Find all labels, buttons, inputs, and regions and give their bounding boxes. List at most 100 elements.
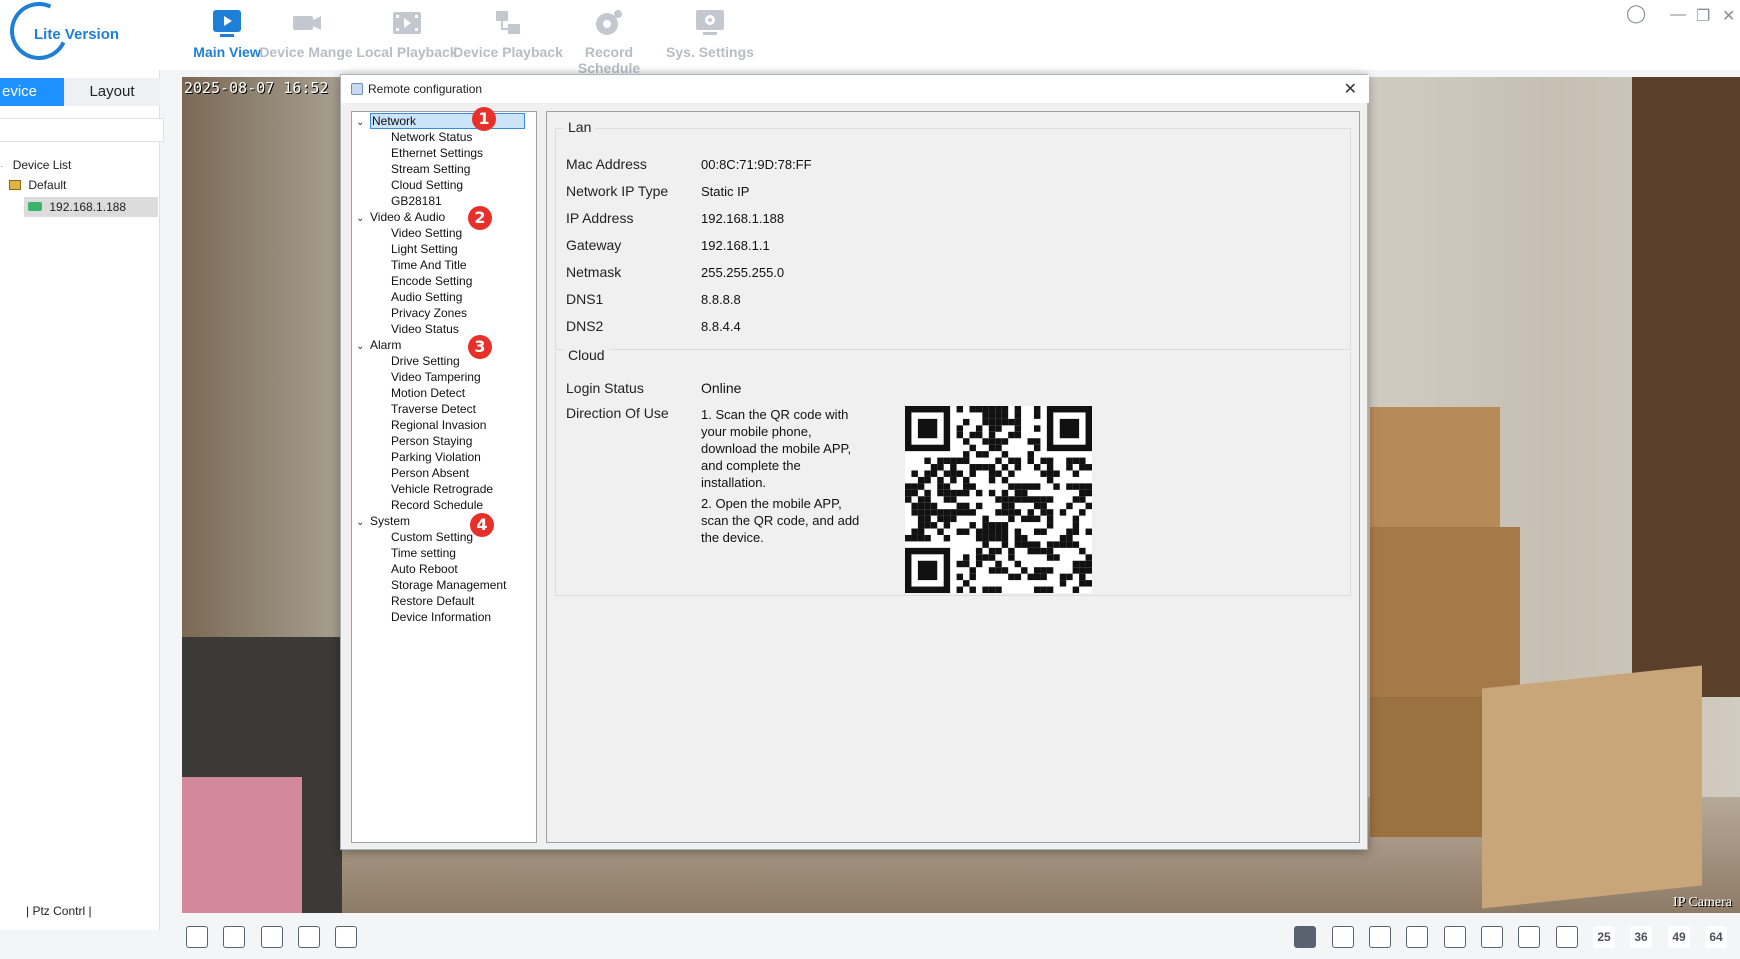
tree-item-time-setting[interactable]: Time setting xyxy=(391,546,456,560)
tree-item-auto-reboot[interactable]: Auto Reboot xyxy=(391,562,458,576)
tree-dot-icon: · xyxy=(0,161,4,172)
tree-item-vehicle-retrograde[interactable]: Vehicle Retrograde xyxy=(391,482,493,496)
tree-item-stream-setting[interactable]: Stream Setting xyxy=(391,162,470,176)
minimize-icon[interactable]: — xyxy=(1670,6,1686,24)
dialog-app-icon xyxy=(351,83,363,95)
tree-group-system-label: System xyxy=(370,514,411,528)
step-badge-1: 1 xyxy=(472,107,496,131)
nav-device-mange[interactable]: Device Mange xyxy=(250,6,362,66)
layout-9-icon[interactable] xyxy=(1444,926,1466,948)
stop-icon[interactable] xyxy=(261,926,283,948)
tab-device[interactable]: evice xyxy=(0,78,64,106)
tree-item-network-status[interactable]: Network Status xyxy=(391,130,472,144)
tree-group-default[interactable]: Default xyxy=(9,178,66,192)
app-logo: Lite Version xyxy=(1,0,130,69)
chevron-down-icon[interactable]: ⌄ xyxy=(356,341,370,352)
tree-item-traverse-detect[interactable]: Traverse Detect xyxy=(391,402,476,416)
tree-item-restore-default[interactable]: Restore Default xyxy=(391,594,474,608)
layout-4-icon[interactable] xyxy=(1332,926,1354,948)
tree-item-gb28181[interactable]: GB28181 xyxy=(391,194,442,208)
tree-device-list[interactable]: · Device List xyxy=(0,158,71,172)
chevron-down-icon[interactable]: ⌄ xyxy=(356,213,370,224)
tree-item-custom-setting[interactable]: Custom Setting xyxy=(391,530,473,544)
dns1-label: DNS1 xyxy=(566,291,604,307)
tree-device-item[interactable]: 192.168.1.188 xyxy=(24,197,158,217)
fullscreen-exit-icon[interactable] xyxy=(223,926,245,948)
layout-13-icon[interactable] xyxy=(1518,926,1540,948)
tree-item-ethernet-settings[interactable]: Ethernet Settings xyxy=(391,146,483,160)
tab-layout[interactable]: Layout xyxy=(64,78,160,106)
direction-of-use-label: Direction Of Use xyxy=(566,405,669,421)
tree-item-audio-setting[interactable]: Audio Setting xyxy=(391,290,462,304)
layout-8-icon[interactable] xyxy=(1406,926,1428,948)
layout-64-button[interactable]: 64 xyxy=(1705,926,1727,948)
tree-group-alarm[interactable]: ⌄ Alarm xyxy=(356,338,401,352)
tree-device-label: 192.168.1.188 xyxy=(49,200,127,214)
tree-item-regional-invasion[interactable]: Regional Invasion xyxy=(391,418,486,432)
gateway-label: Gateway xyxy=(566,237,622,253)
video-scene-door xyxy=(1632,77,1740,697)
tree-item-encode-setting[interactable]: Encode Setting xyxy=(391,274,472,288)
nav-device-playback[interactable]: Device Playback xyxy=(452,6,564,66)
logo-text: Lite Version xyxy=(34,26,120,43)
tree-item-device-information[interactable]: Device Information xyxy=(391,610,491,624)
tree-item-drive-setting[interactable]: Drive Setting xyxy=(391,354,460,368)
tree-item-record-schedule[interactable]: Record Schedule xyxy=(391,498,483,512)
layout-10-icon[interactable] xyxy=(1481,926,1503,948)
save-icon[interactable] xyxy=(335,926,357,948)
ptz-control-toggle[interactable]: | Ptz Contrl | xyxy=(26,904,92,918)
dialog-title: Remote configuration xyxy=(368,82,483,96)
layout-16-icon[interactable] xyxy=(1556,926,1578,948)
dns1-value: 8.8.8.8 xyxy=(701,292,741,307)
netmask-label: Netmask xyxy=(566,264,622,280)
restore-icon[interactable]: ❐ xyxy=(1696,6,1710,26)
network-playback-icon xyxy=(496,11,520,34)
nav-sys-settings[interactable]: Sys. Settings xyxy=(654,6,766,66)
tree-item-person-absent[interactable]: Person Absent xyxy=(391,466,469,480)
dialog-titlebar[interactable]: Remote configuration ✕ xyxy=(341,75,1369,103)
tree-item-video-tampering[interactable]: Video Tampering xyxy=(391,370,481,384)
ip-type-label: Network IP Type xyxy=(566,183,669,199)
tree-item-time-and-title[interactable]: Time And Title xyxy=(391,258,467,272)
config-nav-tree: ⌄ Network 1 Network Status Ethernet Setti… xyxy=(351,107,537,843)
qr-code-icon xyxy=(905,406,1092,593)
bottom-toolbar: 25 36 49 64 xyxy=(160,918,1740,959)
film-icon xyxy=(393,12,421,34)
osd-timestamp: 2025-08-07 16:52 xyxy=(184,79,329,97)
tree-item-cloud-setting[interactable]: Cloud Setting xyxy=(391,178,463,192)
screenshot-icon[interactable] xyxy=(186,926,208,948)
chevron-down-icon[interactable]: ⌄ xyxy=(356,517,370,528)
layout-36-button[interactable]: 36 xyxy=(1630,926,1652,948)
user-icon[interactable]: ◯ xyxy=(1626,3,1646,24)
tree-group-video-audio[interactable]: ⌄ Video & Audio xyxy=(356,210,445,224)
camera-online-icon xyxy=(28,202,42,211)
layout-1-icon[interactable] xyxy=(1294,926,1316,948)
loop-icon[interactable] xyxy=(298,926,320,948)
chevron-down-icon[interactable]: ⌄ xyxy=(356,117,370,128)
layout-49-button[interactable]: 49 xyxy=(1668,926,1690,948)
tree-item-light-setting[interactable]: Light Setting xyxy=(391,242,458,256)
tree-item-storage-management[interactable]: Storage Management xyxy=(391,578,506,592)
tree-item-person-staying[interactable]: Person Staying xyxy=(391,434,472,448)
close-icon[interactable]: ✕ xyxy=(1722,6,1735,26)
nav-local-playback[interactable]: Local Playback xyxy=(351,6,463,66)
login-status-value: Online xyxy=(701,380,742,396)
layout-25-button[interactable]: 25 xyxy=(1593,926,1615,948)
direction-step-1: 1. Scan the QR code with your mobile pho… xyxy=(701,407,852,490)
tree-item-parking-violation[interactable]: Parking Violation xyxy=(391,450,481,464)
dialog-close-icon[interactable]: ✕ xyxy=(1344,79,1357,99)
tree-item-video-status[interactable]: Video Status xyxy=(391,322,459,336)
tree-item-video-setting[interactable]: Video Setting xyxy=(391,226,462,240)
ip-address-label: IP Address xyxy=(566,210,634,226)
tree-item-motion-detect[interactable]: Motion Detect xyxy=(391,386,465,400)
remote-config-dialog: Remote configuration ✕ ⌄ Network 1 Networ… xyxy=(340,74,1369,850)
network-status-panel: Lan Mac Address 00:8C:71:9D:78:FF Networ… xyxy=(546,111,1360,843)
nav-record-schedule[interactable]: Record Schedule xyxy=(553,6,665,76)
device-search-input[interactable] xyxy=(0,118,164,142)
ip-type-value: Static IP xyxy=(701,184,750,199)
tree-group-network[interactable]: ⌄ Network xyxy=(356,113,526,129)
layout-6-icon[interactable] xyxy=(1369,926,1391,948)
tree-item-privacy-zones[interactable]: Privacy Zones xyxy=(391,306,467,320)
tree-group-system[interactable]: ⌄ System xyxy=(356,514,410,528)
camera-icon xyxy=(293,16,321,30)
